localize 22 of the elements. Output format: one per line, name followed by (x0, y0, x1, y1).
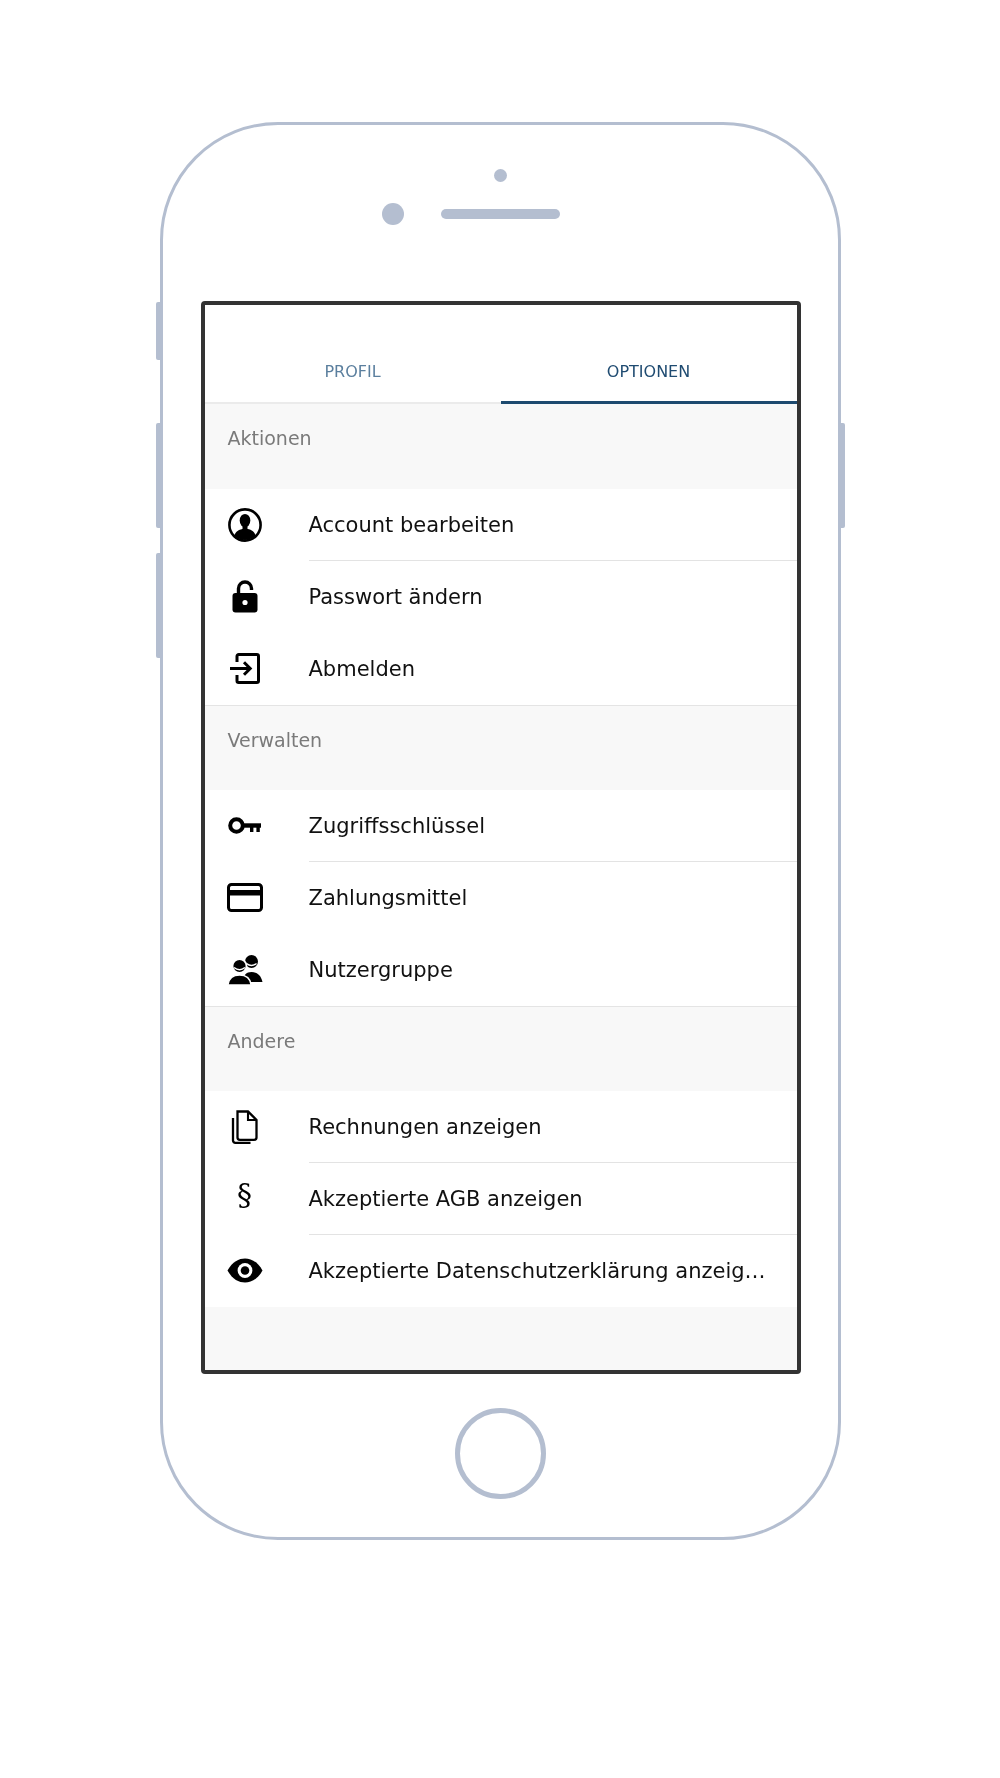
menu-item[interactable]: Akzeptierte Datenschutzerklärung anzeig… (204, 1235, 797, 1306)
menu-item[interactable]: Account bearbeiten (204, 489, 797, 560)
section-title: Verwalten (227, 729, 323, 751)
menu-item[interactable]: Zahlungsmittel (204, 862, 797, 933)
menu-item[interactable]: § Akzeptierte AGB anzeigen (204, 1163, 797, 1234)
camera-icon (382, 203, 404, 225)
eye-icon (226, 1258, 263, 1283)
user-circle-icon (227, 507, 262, 542)
section-title: Aktionen (227, 427, 312, 449)
section-title: Andere (227, 1030, 296, 1052)
menu-item[interactable]: Zugriffsschlüssel (204, 790, 797, 861)
menu-item[interactable]: Passwort ändern (204, 561, 797, 632)
users-icon (226, 954, 263, 985)
menu-item[interactable]: Abmelden (204, 633, 797, 704)
sensor-icon (494, 169, 507, 182)
documents-icon (231, 1109, 258, 1144)
section-sign-icon: § (237, 1178, 252, 1211)
credit-card-icon (226, 883, 263, 912)
key-icon (228, 817, 261, 834)
padlock-icon (231, 580, 258, 613)
menu-item[interactable]: Nutzergruppe (204, 934, 797, 1005)
menu-item[interactable]: Rechnungen anzeigen (204, 1091, 797, 1162)
